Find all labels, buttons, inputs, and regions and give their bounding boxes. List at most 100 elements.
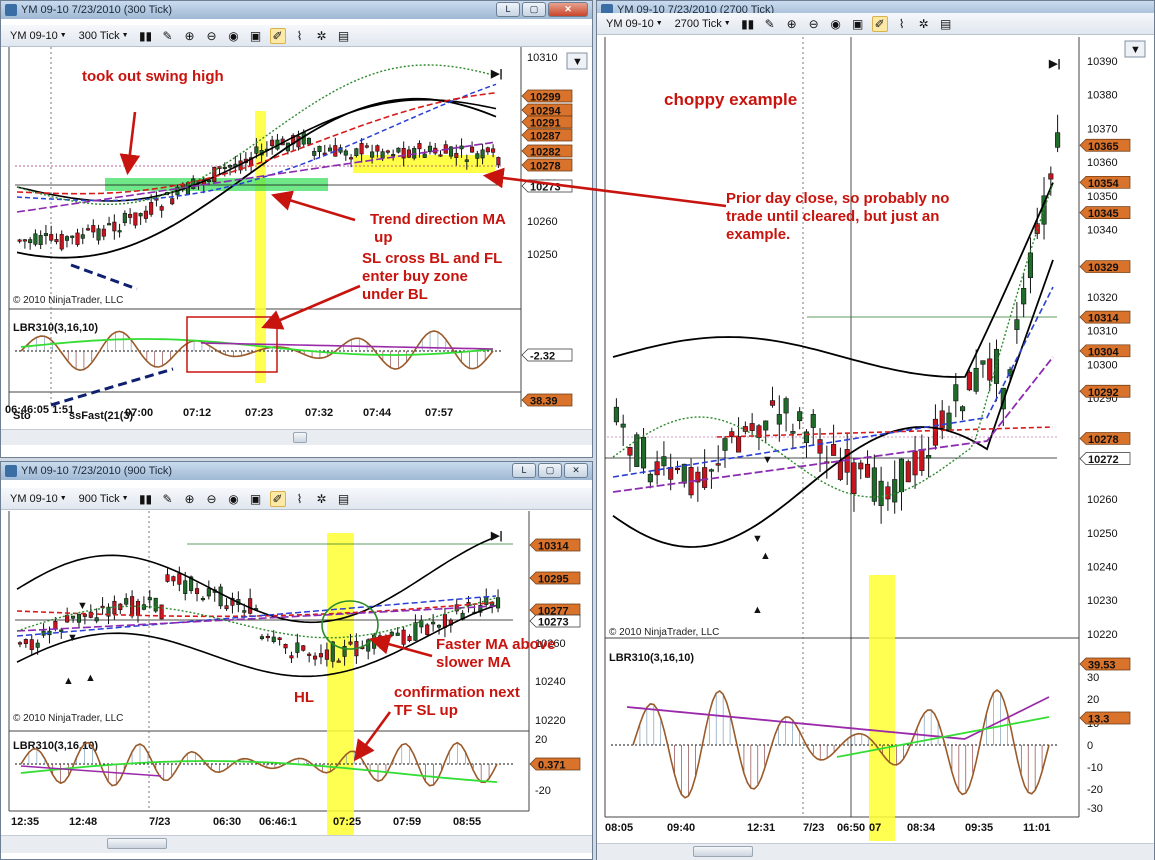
minimize-button[interactable]: L — [512, 463, 536, 478]
candle-2700-candle — [905, 461, 911, 483]
instrument-selector[interactable]: YM 09-10 ▼ — [7, 493, 70, 505]
properties-icon[interactable]: ▣ — [850, 16, 866, 32]
candle-900-candle — [313, 655, 318, 660]
candle-900-candle — [59, 629, 64, 632]
instrument-selector[interactable]: YM 09-10 ▼ — [603, 18, 666, 30]
price-chart-2700-tick[interactable]: 10390 10380 10370 10360 10350 10340 10320 10310… — [597, 37, 1154, 843]
candle-900-candle — [165, 574, 170, 582]
price-tick-label: 10350 — [1087, 191, 1118, 203]
bar-type-icon[interactable]: ▮▮ — [138, 491, 154, 507]
copyright-text: © 2010 NinjaTrader, LLC — [13, 295, 123, 306]
candle-900-candle — [17, 642, 23, 645]
drawing-tool-icon[interactable]: ✎ — [160, 28, 176, 44]
candle-2700-candle — [892, 479, 898, 503]
chart-window-2700-tick[interactable]: YM 09-10 7/23/2010 (2700 Tick) YM 09-10 ▼… — [596, 0, 1155, 860]
strategies-icon[interactable]: ✲ — [314, 28, 330, 44]
indicators-icon[interactable]: ⌇ — [894, 16, 910, 32]
horizontal-scrollbar[interactable] — [1, 835, 592, 853]
interval-selector[interactable]: 900 Tick ▼ — [76, 493, 132, 505]
scroll-end-icon: ▶| — [490, 68, 503, 80]
scroll-thumb[interactable] — [107, 838, 167, 849]
bar-type-icon[interactable]: ▮▮ — [138, 28, 154, 44]
indicators-icon[interactable]: ⌇ — [292, 28, 308, 44]
candle-2700-candle — [939, 410, 945, 429]
candle-300-candle — [317, 145, 322, 152]
annotation-choppy: choppy example — [664, 90, 798, 109]
globe-icon[interactable]: ◉ — [828, 16, 844, 32]
properties-icon[interactable]: ▣ — [248, 28, 264, 44]
chart-trader-icon[interactable]: ✐ — [269, 27, 286, 44]
candle-300-candle — [143, 210, 148, 219]
zoom-out-icon[interactable]: ⊖ — [204, 491, 220, 507]
candle-2700-candle — [769, 400, 776, 406]
time-tick-label: 07:44 — [363, 407, 392, 419]
candle-900-candle — [283, 644, 288, 649]
price-chart-900-tick[interactable]: 10260102401022010314102951027710273▶|© 2… — [1, 511, 592, 835]
lower-band — [612, 259, 1054, 548]
candle-900-candle — [431, 621, 436, 625]
interval-selector[interactable]: 300 Tick ▼ — [76, 30, 132, 42]
close-button[interactable]: ✕ — [564, 463, 588, 478]
zoom-out-icon[interactable]: ⊖ — [204, 28, 220, 44]
candle-300-candle — [385, 150, 390, 153]
osc-tag-label: -2.32 — [530, 351, 555, 363]
candle-2700-candle — [640, 437, 647, 469]
scroll-thumb[interactable] — [693, 846, 753, 857]
highlight-bar — [327, 533, 354, 835]
window-titlebar[interactable]: YM 09-10 7/23/2010 (900 Tick) L ▢ ✕ — [1, 462, 592, 480]
zoom-in-icon[interactable]: ⊕ — [182, 28, 198, 44]
candle-300-candle — [464, 159, 469, 162]
globe-icon[interactable]: ◉ — [226, 28, 242, 44]
candle-300-candle — [349, 157, 354, 160]
candle-2700-candle — [810, 414, 816, 428]
signal-arrow-icon: ▲ — [85, 672, 96, 684]
instrument-selector[interactable]: YM 09-10 ▼ — [7, 30, 70, 42]
candle-300-candle — [22, 239, 27, 242]
minimize-button[interactable]: L — [496, 2, 520, 17]
candle-300-candle — [306, 137, 312, 145]
candle-2700-candle — [831, 444, 837, 456]
horizontal-scrollbar[interactable] — [597, 843, 1154, 860]
candle-300-candle — [480, 149, 485, 159]
globe-icon[interactable]: ◉ — [226, 491, 242, 507]
chart-trader-icon[interactable]: ✐ — [269, 490, 286, 507]
strategies-icon[interactable]: ✲ — [916, 16, 932, 32]
candle-900-candle — [224, 605, 229, 610]
interval-selector[interactable]: 2700 Tick ▼ — [672, 18, 734, 30]
drawing-tool-icon[interactable]: ✎ — [160, 491, 176, 507]
bar-type-icon[interactable]: ▮▮ — [740, 16, 756, 32]
chevron-down-icon: ▼ — [121, 495, 129, 502]
strategies-icon[interactable]: ✲ — [314, 491, 330, 507]
candle-300-candle — [54, 239, 59, 243]
close-button[interactable]: ✕ — [548, 2, 588, 17]
candle-900-candle — [277, 637, 282, 640]
data-box-icon[interactable]: ▤ — [336, 491, 352, 507]
candle-300-candle — [128, 213, 133, 218]
chart-trader-icon[interactable]: ✐ — [871, 15, 888, 32]
data-box-icon[interactable]: ▤ — [336, 28, 352, 44]
maximize-button[interactable]: ▢ — [538, 463, 562, 478]
price-tick-label: 10310 — [527, 52, 558, 64]
indicators-icon[interactable]: ⌇ — [292, 491, 308, 507]
window-titlebar[interactable]: YM 09-10 7/23/2010 (300 Tick) L ▢ ✕ — [1, 1, 592, 19]
candle-2700-candle — [1021, 287, 1027, 305]
zoom-out-icon[interactable]: ⊖ — [806, 16, 822, 32]
maximize-button[interactable]: ▢ — [522, 2, 546, 17]
candle-900-candle — [71, 615, 76, 619]
zoom-in-icon[interactable]: ⊕ — [784, 16, 800, 32]
horizontal-scrollbar[interactable] — [1, 429, 592, 445]
trend-line-dashed — [50, 367, 174, 407]
data-box-icon[interactable]: ▤ — [938, 16, 954, 32]
candle-300-candle — [96, 228, 101, 241]
drawing-tool-icon[interactable]: ✎ — [762, 16, 778, 32]
properties-icon[interactable]: ▣ — [248, 491, 264, 507]
signal-arrow-icon: ▼ — [752, 533, 763, 545]
price-tick-label: 10370 — [1087, 123, 1118, 135]
scroll-thumb[interactable] — [293, 432, 307, 443]
candle-2700-candle — [627, 447, 633, 456]
candle-300-candle — [64, 236, 70, 241]
candle-2700-candle — [715, 463, 721, 466]
candle-2700-candle — [763, 420, 769, 431]
zoom-in-icon[interactable]: ⊕ — [182, 491, 198, 507]
candle-300-candle — [17, 239, 22, 242]
